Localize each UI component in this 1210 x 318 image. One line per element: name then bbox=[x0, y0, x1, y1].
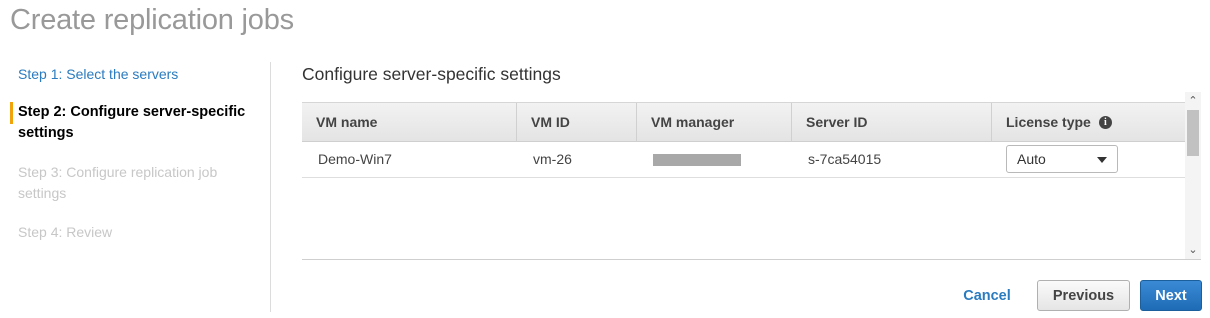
scroll-down-icon[interactable]: ⌄ bbox=[1185, 243, 1201, 257]
cell-vm-id: vm-26 bbox=[533, 151, 572, 167]
license-type-select[interactable]: Auto bbox=[1006, 145, 1118, 173]
table-header: VM name VM ID VM manager Server ID Licen… bbox=[302, 102, 1185, 142]
column-header-vm-id: VM ID bbox=[517, 103, 637, 141]
chevron-down-icon bbox=[1097, 157, 1107, 163]
previous-button[interactable]: Previous bbox=[1037, 280, 1130, 311]
cell-vm-name: Demo-Win7 bbox=[318, 151, 392, 167]
license-type-value: Auto bbox=[1017, 151, 1046, 167]
info-icon[interactable]: i bbox=[1098, 115, 1112, 129]
step-1-link[interactable]: Step 1: Select the servers bbox=[18, 64, 248, 85]
table-scrollbar[interactable]: ⌃ ⌄ bbox=[1185, 92, 1201, 259]
column-header-license-type: License type i bbox=[992, 103, 1185, 141]
page-title: Create replication jobs bbox=[10, 4, 294, 36]
table-row: Demo-Win7 vm-26 s-7ca54015 Auto bbox=[302, 142, 1185, 178]
step-2-current: Step 2: Configure server-specific settin… bbox=[18, 104, 246, 141]
next-button[interactable]: Next bbox=[1140, 280, 1202, 311]
column-header-server-id: Server ID bbox=[792, 103, 992, 141]
column-header-vm-name: VM name bbox=[302, 103, 517, 141]
scroll-thumb[interactable] bbox=[1187, 110, 1199, 156]
cell-vm-manager bbox=[637, 142, 792, 177]
servers-table: VM name VM ID VM manager Server ID Licen… bbox=[302, 92, 1201, 260]
step-3-disabled: Step 3: Configure replication job settin… bbox=[18, 164, 218, 201]
scroll-up-icon[interactable]: ⌃ bbox=[1185, 94, 1201, 108]
section-title: Configure server-specific settings bbox=[302, 64, 561, 84]
cell-license-type: Auto bbox=[992, 142, 1185, 177]
active-step-marker bbox=[10, 102, 13, 124]
cancel-button[interactable]: Cancel bbox=[952, 280, 1022, 311]
step-4-disabled: Step 4: Review bbox=[18, 224, 113, 240]
column-header-vm-manager: VM manager bbox=[637, 103, 792, 141]
redacted-vm-manager bbox=[653, 154, 741, 166]
cell-server-id: s-7ca54015 bbox=[808, 151, 882, 167]
sidebar-divider bbox=[270, 62, 271, 312]
license-type-label: License type bbox=[1006, 114, 1091, 130]
